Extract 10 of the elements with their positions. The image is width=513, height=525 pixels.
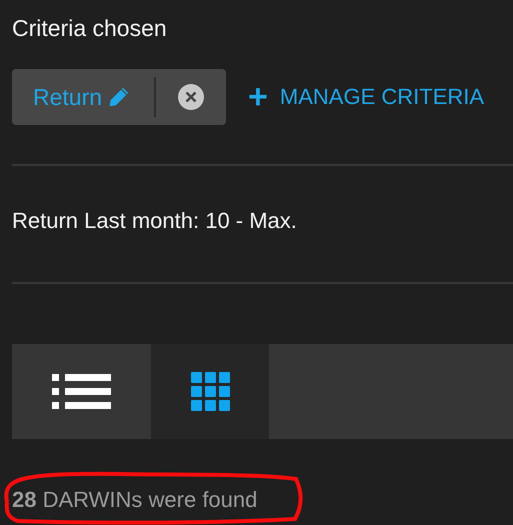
section-heading: Criteria chosen xyxy=(12,15,167,42)
pencil-icon xyxy=(108,86,130,108)
result-count: 28 DARWINs were found xyxy=(12,487,258,513)
manage-criteria-button[interactable]: + MANAGE CRITERIA xyxy=(248,80,484,114)
criteria-summary: Return Last month: 10 - Max. xyxy=(12,208,297,234)
close-icon xyxy=(178,84,204,110)
grid-icon xyxy=(190,372,230,411)
list-icon xyxy=(52,374,112,410)
criterion-edit-button[interactable]: Return xyxy=(12,69,154,125)
grid-view-button[interactable] xyxy=(151,344,269,439)
